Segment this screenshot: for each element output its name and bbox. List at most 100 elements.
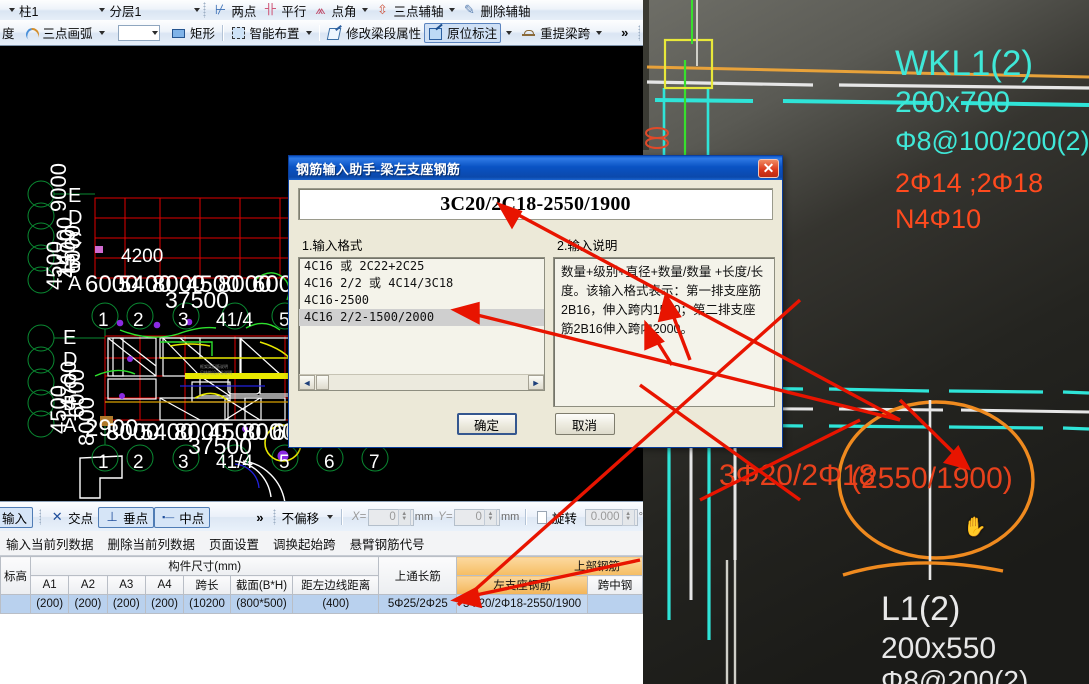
svg-text:37500: 37500 — [188, 433, 252, 459]
toolbar-grip[interactable] — [203, 2, 207, 18]
list-item[interactable]: 4C16 或 2C22+2C25 — [299, 258, 544, 275]
toolbar-button-parallel[interactable]: 卝 平行 — [259, 0, 309, 20]
grid-col-header-a2[interactable]: A2 — [68, 575, 108, 595]
toolbar-button-smart-layout[interactable]: 智能布置 — [228, 20, 315, 45]
snap-midpoint-button[interactable]: ▪— 中点 — [154, 506, 211, 528]
grid-col-header-top-through-rebar[interactable]: 上通长筋 — [378, 556, 458, 595]
svg-text:8000: 8000 — [74, 397, 99, 446]
grid-col-header-a4[interactable]: A4 — [144, 575, 185, 595]
command-link-delete-column[interactable]: 删除当前列数据 — [108, 534, 196, 553]
list-item[interactable]: 4C16 2/2 或 4C14/3C18 — [299, 275, 544, 292]
command-link-cantilever-code[interactable]: 悬臂钢筋代号 — [350, 534, 425, 553]
toolbar-button-point-angle[interactable]: ⩕ 点角 — [309, 0, 371, 20]
cell-a3[interactable]: (200) — [106, 594, 146, 614]
photo-label-200x700: 200x700 — [895, 86, 1010, 119]
offset-grip[interactable] — [273, 509, 276, 525]
cancel-button[interactable]: 取消 — [554, 413, 615, 435]
toolbar-button-three-point-axis[interactable]: ⇳ 三点辅轴 — [371, 0, 458, 20]
chevron-down-icon-7[interactable] — [151, 30, 158, 35]
svg-text:5: 5 — [279, 452, 290, 473]
input-format-section: 1.输入格式 4C16 或 2C22+2C25 4C16 2/2 或 4C14/… — [298, 226, 545, 391]
chevron-down-icon-4[interactable] — [362, 8, 369, 12]
toolbar2-overflow-button[interactable]: » — [621, 25, 628, 40]
list-item-selected[interactable]: 4C16 2/2-1500/2000 — [299, 309, 544, 326]
ok-button[interactable]: 确定 — [456, 413, 517, 435]
grid-col-header-left-edge-distance[interactable]: 距左边线距离 — [292, 575, 380, 595]
rebar-data-grid[interactable]: 标高 构件尺寸(mm) 上通长筋 上部钢筋 A1 A2 A3 A4 跨长 截面(… — [0, 556, 643, 618]
close-icon[interactable]: ✕ — [758, 158, 779, 178]
dialog-titlebar[interactable]: 钢筋输入助手-梁左支座钢筋 ✕ — [289, 156, 782, 180]
scroll-left-icon[interactable]: ◄ — [299, 375, 315, 390]
rebar-expression-input[interactable]: 3C20/2C18-2550/1900 — [298, 188, 773, 220]
toolbar1-item-label-0[interactable]: 柱1 — [19, 1, 38, 20]
toolbar-button-edit-beam[interactable]: 修改梁段属性 — [324, 20, 424, 45]
rotate-checkbox[interactable] — [537, 510, 547, 524]
snap-overflow-button[interactable]: » — [256, 510, 263, 525]
scrollbar-thumb[interactable] — [316, 375, 329, 390]
command-link-page-setup[interactable]: 页面设置 — [209, 534, 259, 553]
snap-label-2: 中点 — [179, 511, 205, 526]
grid-col-header-section[interactable]: 截面(B*H) — [229, 575, 294, 595]
svg-text:41/4: 41/4 — [216, 310, 253, 331]
cell-left-support-rebar[interactable]: 3Φ20/2Φ18-2550/1900 — [456, 594, 589, 614]
grid-col-header-elevation[interactable]: 标高 — [0, 556, 31, 595]
grid-col-header-span-length[interactable]: 跨长 — [183, 575, 231, 595]
toolbar-button-re-extract-span[interactable]: 重提梁跨 — [518, 20, 605, 45]
snap-input-button[interactable]: 输入 — [0, 506, 34, 528]
scroll-right-icon[interactable]: ► — [528, 375, 544, 390]
chevron-down-icon-6[interactable] — [98, 30, 105, 35]
cell-elevation[interactable] — [0, 594, 31, 614]
toolbar-button-two-point[interactable]: ⊬ 两点 — [209, 0, 259, 20]
input-format-list[interactable]: 4C16 或 2C22+2C25 4C16 2/2 或 4C14/3C18 4C… — [298, 257, 545, 391]
chevron-down-icon[interactable] — [9, 8, 15, 12]
chevron-down-icon-3[interactable] — [194, 8, 201, 12]
cell-a4[interactable]: (200) — [144, 594, 185, 614]
snap-perpendicular-button[interactable]: ⊥ 垂点 — [98, 506, 155, 528]
grid-col-header-midspan-rebar[interactable]: 跨中钢 — [587, 575, 643, 595]
cell-left-edge-distance[interactable]: (400) — [292, 594, 380, 614]
toolbar-button-arc[interactable]: 三点画弧 — [21, 20, 108, 45]
toolbar1-item-label-1[interactable]: 分层1 — [109, 1, 141, 20]
chevron-down-icon-5[interactable] — [449, 8, 456, 12]
toolbar-grip-2[interactable] — [638, 24, 641, 41]
cell-a2[interactable]: (200) — [68, 594, 108, 614]
cell-a1[interactable]: (200) — [29, 594, 70, 614]
chevron-down-icon-9[interactable] — [506, 30, 513, 35]
chevron-down-icon-offset[interactable] — [327, 515, 334, 519]
grid-col-header-a3[interactable]: A3 — [106, 575, 146, 595]
cell-span-length[interactable]: (10200 — [183, 594, 231, 614]
rebar-input-assistant-dialog[interactable]: 钢筋输入助手-梁左支座钢筋 ✕ 3C20/2C18-2550/1900 1.输入… — [288, 155, 783, 448]
rotate-spinner-icon[interactable]: ▲ ▼ — [621, 508, 635, 526]
cell-top-through-rebar[interactable]: 5Φ25/2Φ25 — [378, 594, 458, 614]
table-row[interactable]: (200) (200) (200) (200) (10200 (800*500)… — [0, 594, 643, 614]
toolbar-button-delete-axis[interactable]: ✎ 删除辅轴 — [458, 0, 533, 20]
y-coordinate-value: 0 — [475, 511, 482, 523]
snap-intersection-button[interactable]: ✕ 交点 — [44, 507, 98, 528]
grid-group-header-row: 标高 构件尺寸(mm) 上通长筋 上部钢筋 — [0, 556, 643, 595]
midpoint-icon: ▪— — [162, 512, 175, 522]
toolbar-button-in-place-annotation[interactable]: 原位标注 — [424, 22, 502, 43]
toolbar-button-rectangle[interactable]: 矩形 — [168, 20, 218, 45]
chevron-down-icon-10[interactable] — [596, 30, 603, 35]
rotate-input[interactable]: 0.000 ▲ ▼ — [584, 508, 638, 526]
command-link-swap-start-span[interactable]: 调换起始跨 — [273, 534, 336, 553]
snap-toolbar: 输入 ✕ 交点 ⊥ 垂点 ▪— 中点 » 不偏移 X= 0 ▲ ▼ mm Y= 0… — [0, 501, 643, 533]
y-spinner-icon[interactable]: ▲ ▼ — [483, 508, 497, 526]
grid-col-header-left-support-rebar[interactable]: 左支座钢筋 — [456, 575, 589, 595]
cell-section[interactable]: (800*500) — [229, 594, 294, 614]
line-style-combo[interactable] — [117, 24, 160, 41]
x-coordinate-input[interactable]: 0 ▲ ▼ — [368, 508, 414, 526]
chevron-down-icon-2[interactable] — [99, 8, 106, 12]
list-item[interactable]: 4C16-2500 — [299, 292, 544, 309]
dialog-button-row: 确定 取消 — [289, 413, 782, 435]
toolbar1-item-label-4: 点角 — [331, 4, 357, 19]
horizontal-scrollbar[interactable]: ◄ ► — [299, 374, 544, 390]
grid-col-header-a1[interactable]: A1 — [29, 575, 70, 595]
offset-mode-label[interactable]: 不偏移 — [282, 508, 320, 527]
chevron-down-icon-8[interactable] — [305, 30, 312, 35]
y-coordinate-input[interactable]: 0 ▲ ▼ — [454, 508, 500, 526]
cell-midspan-rebar[interactable] — [587, 594, 643, 614]
x-spinner-icon[interactable]: ▲ ▼ — [397, 508, 411, 526]
command-link-input-column[interactable]: 输入当前列数据 — [6, 534, 94, 553]
snap-grip[interactable] — [39, 509, 42, 525]
